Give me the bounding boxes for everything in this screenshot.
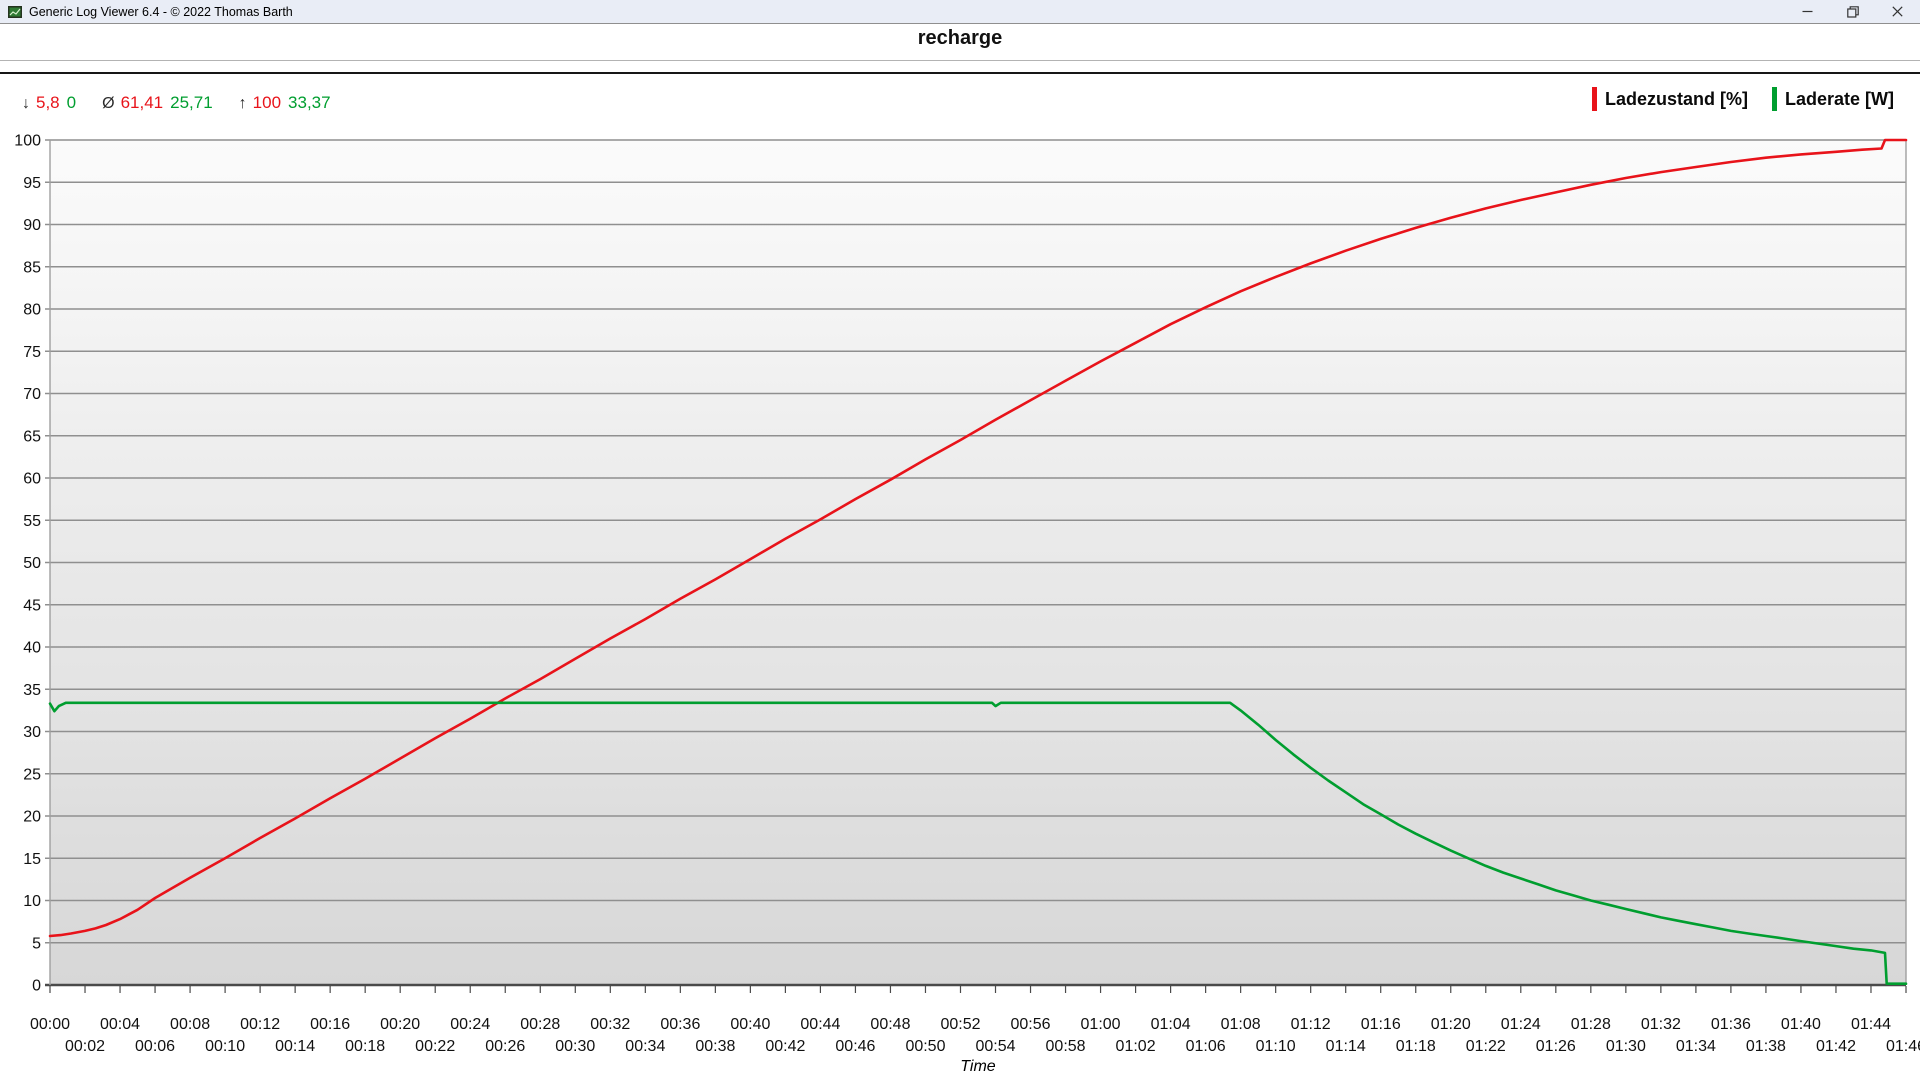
x-tick-label: 00:58 [1046,1038,1086,1055]
x-tick-label: 01:42 [1816,1038,1856,1055]
x-tick-label: 01:04 [1151,1016,1191,1033]
x-tick-label: 00:02 [65,1038,105,1055]
x-tick-label: 00:16 [310,1016,350,1033]
x-tick-label: 00:32 [590,1016,630,1033]
y-tick-label: 30 [23,724,41,741]
x-tick-label: 00:14 [275,1038,315,1055]
x-tick-label: 01:12 [1291,1016,1331,1033]
y-tick-label: 25 [23,766,41,783]
x-tick-label: 01:36 [1711,1016,1751,1033]
x-tick-label: 01:26 [1536,1038,1576,1055]
x-tick-label: 01:30 [1606,1038,1646,1055]
x-tick-label: 01:24 [1501,1016,1541,1033]
y-tick-label: 5 [32,935,41,952]
y-tick-label: 45 [23,597,41,614]
x-tick-label: 01:38 [1746,1038,1786,1055]
x-tick-label: 00:42 [765,1038,805,1055]
chart: 0 5 10 15 20 25 30 35 40 45 50 55 60 65 70 75 80 85 90 95 10… [0,0,1920,1080]
y-tick-label: 70 [23,386,41,403]
x-tick-label: 01:14 [1326,1038,1366,1055]
y-tick-label: 95 [23,175,41,192]
x-tick-label: 00:38 [695,1038,735,1055]
x-tick-label: 01:06 [1186,1038,1226,1055]
x-tick-label: 01:22 [1466,1038,1506,1055]
y-tick-label: 90 [23,217,41,234]
x-tick-label: 01:08 [1221,1016,1261,1033]
y-tick-label: 40 [23,640,41,657]
x-tick-label: 01:20 [1431,1016,1471,1033]
x-tick-label: 00:40 [730,1016,770,1033]
x-tick-label: 01:46 [1886,1038,1920,1055]
x-tick-label: 00:20 [380,1016,420,1033]
x-tick-label: 00:54 [975,1038,1015,1055]
x-axis-title: Time [960,1058,996,1075]
x-tick-label: 01:34 [1676,1038,1716,1055]
x-tick-label: 00:46 [835,1038,875,1055]
y-tick-label: 65 [23,428,41,445]
y-tick-label: 85 [23,259,41,276]
x-tick-label: 00:56 [1011,1016,1051,1033]
x-tick-label: 01:44 [1851,1016,1891,1033]
x-tick-label: 00:30 [555,1038,595,1055]
x-tick-label: 01:28 [1571,1016,1611,1033]
x-tick-label: 01:18 [1396,1038,1436,1055]
app-window: Generic Log Viewer 6.4 - © 2022 Thomas B… [0,0,1920,1080]
y-tick-label: 20 [23,809,41,826]
x-tick-label: 00:18 [345,1038,385,1055]
y-tick-label: 60 [23,471,41,488]
x-tick-label: 00:04 [100,1016,140,1033]
x-tick-label: 00:48 [870,1016,910,1033]
x-tick-label: 00:06 [135,1038,175,1055]
x-tick-label: 00:24 [450,1016,490,1033]
x-tick-label: 01:00 [1081,1016,1121,1033]
x-tick-label: 00:34 [625,1038,665,1055]
y-tick-label: 10 [23,893,41,910]
x-tick-label: 00:12 [240,1016,280,1033]
x-tick-label: 00:22 [415,1038,455,1055]
x-tick-label: 00:00 [30,1016,70,1033]
x-tick-label: 01:16 [1361,1016,1401,1033]
x-tick-label: 01:02 [1116,1038,1156,1055]
x-tick-label: 01:40 [1781,1016,1821,1033]
x-tick-label: 00:26 [485,1038,525,1055]
x-tick-label: 00:44 [800,1016,840,1033]
y-tick-label: 35 [23,682,41,699]
y-tick-label: 80 [23,302,41,319]
x-tick-label: 01:32 [1641,1016,1681,1033]
y-tick-label: 0 [32,978,41,995]
y-tick-label: 15 [23,851,41,868]
y-tick-label: 50 [23,555,41,572]
y-tick-label: 55 [23,513,41,530]
x-tick-label: 00:52 [940,1016,980,1033]
x-tick-label: 00:10 [205,1038,245,1055]
x-tick-label: 00:36 [660,1016,700,1033]
x-tick-label: 00:50 [905,1038,945,1055]
y-tick-label: 75 [23,344,41,361]
y-tick-label: 100 [14,133,41,150]
x-tick-label: 00:08 [170,1016,210,1033]
x-tick-label: 01:10 [1256,1038,1296,1055]
x-tick-label: 00:28 [520,1016,560,1033]
